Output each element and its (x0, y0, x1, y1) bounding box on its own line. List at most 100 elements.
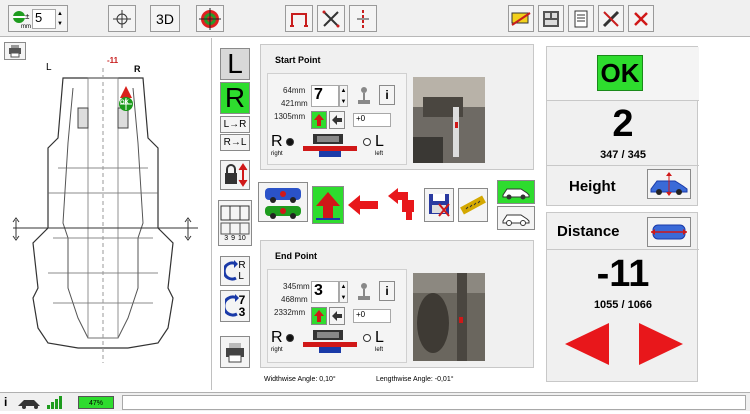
measure-bracket-button[interactable] (285, 5, 313, 32)
end-left-radio[interactable] (363, 334, 371, 342)
swap-points-button[interactable]: 7 3 (220, 290, 250, 322)
step-size-input[interactable]: 5 (32, 8, 56, 29)
x-cross-icon (322, 10, 340, 27)
car-icon (502, 188, 530, 200)
center-line-icon (357, 9, 369, 28)
rotate-arrow-icon (224, 260, 239, 281)
car-distance-icon (651, 224, 687, 240)
copy-right-to-left-button[interactable]: R→L (220, 134, 250, 151)
tape-measure-button[interactable] (458, 188, 488, 222)
rotate-side-button[interactable]: R L (220, 256, 250, 286)
step-size-spinner[interactable]: ▲ ▼ (56, 9, 64, 29)
end-lift-icon (299, 327, 361, 355)
3d-view-button[interactable]: 3D (150, 5, 180, 32)
arrow-left-icon (332, 311, 342, 321)
start-up-button[interactable] (311, 111, 327, 129)
tools-button[interactable] (598, 5, 624, 32)
info-indicator[interactable]: i (4, 395, 7, 409)
end-left-sub: left (375, 347, 384, 353)
arrow-up-icon (314, 114, 324, 126)
car-height-icon (650, 172, 688, 196)
end-point-panel: End Point 345mm 468mm 2332mm 3 ▲ ▼ i +0 R… (260, 240, 534, 368)
end-offset-select[interactable]: +0 (353, 309, 391, 323)
crosshair-icon (113, 9, 131, 28)
start-left-radio[interactable] (363, 138, 371, 146)
end-up-button[interactable] (311, 307, 327, 325)
svg-text:mm: mm (21, 24, 31, 29)
swap-arrow-icon (224, 294, 239, 317)
car-outline-icon (502, 214, 530, 226)
lock-icon (225, 163, 248, 187)
start-dim1: 64mm (283, 86, 306, 95)
start-value-spinner[interactable]: ▲ ▼ (339, 85, 348, 107)
end-back-button[interactable] (329, 307, 345, 325)
clear-tool-icon (511, 11, 531, 26)
end-right-sub: right (271, 347, 283, 353)
start-point-title: Start Point (275, 55, 321, 65)
end-info-button[interactable]: i (379, 281, 395, 301)
save-measurement-button[interactable] (424, 188, 454, 222)
end-right-label: R (271, 329, 283, 346)
next-point-button[interactable] (635, 321, 685, 367)
close-button[interactable] (628, 5, 654, 32)
end-value-spinner[interactable]: ▲ ▼ (339, 281, 348, 303)
distance-mode-button[interactable] (647, 217, 691, 247)
grid-label-10: 10 (238, 234, 246, 242)
step-size-control[interactable]: ± mm 5 ▲ ▼ (8, 5, 68, 32)
start-joystick[interactable] (355, 85, 373, 105)
start-point-value[interactable]: 7 (311, 85, 339, 107)
clamp-tool-icon[interactable] (386, 186, 416, 222)
distance-label: Distance (557, 223, 620, 240)
lock-height-button[interactable] (220, 160, 250, 190)
print-preview-button[interactable] (538, 5, 564, 32)
grid-view-button[interactable]: 3 9 10 (218, 200, 252, 246)
height-ratio: 347 / 345 (600, 149, 646, 161)
end-joystick[interactable] (355, 281, 373, 301)
previous-point-button[interactable] (563, 321, 613, 367)
crosshair-button[interactable] (108, 5, 136, 32)
start-offset-select[interactable]: +0 (353, 113, 391, 127)
x-cross-button[interactable] (317, 5, 345, 32)
copy-left-to-right-button[interactable]: L→R (220, 116, 250, 133)
distance-panel: Distance -11 1055 / 1066 (546, 212, 699, 382)
grid-icon (220, 205, 250, 234)
side-left-button[interactable]: L (220, 48, 250, 80)
car-view-outline-button[interactable] (497, 206, 535, 230)
grid-label-3: 3 (224, 234, 229, 242)
start-left-sub: left (375, 151, 384, 157)
tools-icon (602, 10, 620, 27)
start-info-button[interactable]: i (379, 85, 395, 105)
height-mode-button[interactable] (647, 169, 691, 199)
car-height-view-button[interactable] (258, 182, 308, 222)
measure-back-icon[interactable] (346, 192, 380, 218)
diagram-label-right: R (134, 64, 141, 74)
arrow-left-icon (565, 323, 609, 365)
print-report-button[interactable] (220, 336, 250, 368)
car-view-side-button[interactable] (497, 180, 535, 204)
side-right-button[interactable]: R (220, 82, 250, 114)
center-line-button[interactable] (349, 5, 377, 32)
clear-tool-button[interactable] (508, 5, 534, 32)
report-button[interactable] (568, 5, 594, 32)
vehicle-diagram-panel: L R -11 OK (0, 38, 212, 390)
end-point-value[interactable]: 3 (311, 281, 339, 303)
start-right-radio[interactable] (286, 138, 294, 146)
measure-up-button[interactable] (312, 186, 344, 224)
start-back-button[interactable] (329, 111, 345, 129)
status-message-field (122, 395, 746, 410)
distance-ratio: 1055 / 1066 (593, 299, 653, 311)
widthwise-angle: Widthwise Angle: 0,10° (264, 376, 336, 383)
start-lift-icon (299, 131, 361, 159)
battery-indicator: 47% (78, 396, 114, 409)
target-button[interactable] (196, 5, 224, 32)
save-icon (429, 194, 450, 217)
arrow-up-icon (316, 192, 340, 220)
end-right-radio[interactable] (286, 334, 294, 342)
start-right-label: R (271, 133, 283, 150)
distance-value: -11 (596, 253, 650, 295)
diagram-marker-value: -11 (107, 56, 119, 65)
step-size-icon: ± mm (13, 10, 31, 29)
end-dim3: 2332mm (274, 308, 306, 317)
connection-icon (16, 396, 44, 409)
joystick-icon (358, 87, 370, 104)
